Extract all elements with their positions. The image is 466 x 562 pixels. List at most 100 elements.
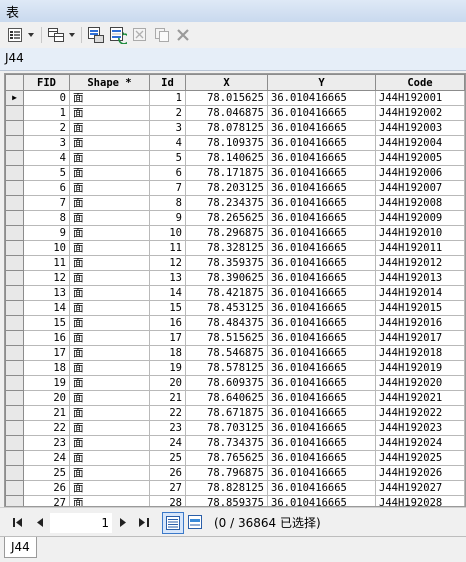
shape-cell[interactable]: 面 (69, 345, 150, 361)
x-cell[interactable]: 78.515625 (185, 330, 268, 346)
table-row[interactable]: 9 面 10 78.296875 36.010416665 J44H192010 (5, 225, 465, 241)
y-cell[interactable]: 36.010416665 (267, 255, 376, 271)
row-selector[interactable] (5, 195, 24, 211)
dropdown-arrow-icon[interactable] (26, 25, 36, 45)
y-cell[interactable]: 36.010416665 (267, 225, 376, 241)
fid-cell[interactable]: 0 (23, 90, 70, 106)
next-record-button[interactable] (115, 514, 131, 530)
id-cell[interactable]: 7 (149, 180, 186, 196)
y-cell[interactable]: 36.010416665 (267, 420, 376, 436)
table-row[interactable]: 21 面 22 78.671875 36.010416665 J44H192022 (5, 405, 465, 421)
y-cell[interactable]: 36.010416665 (267, 105, 376, 121)
x-cell[interactable]: 78.734375 (185, 435, 268, 451)
id-cell[interactable]: 13 (149, 270, 186, 286)
table-row[interactable]: 20 面 21 78.640625 36.010416665 J44H192021 (5, 390, 465, 406)
id-cell[interactable]: 8 (149, 195, 186, 211)
row-selector[interactable] (5, 435, 24, 451)
code-cell[interactable]: J44H192020 (375, 375, 465, 391)
show-all-records-button[interactable] (162, 512, 184, 534)
shape-cell[interactable]: 面 (69, 270, 150, 286)
row-selector[interactable] (5, 330, 24, 346)
y-cell[interactable]: 36.010416665 (267, 135, 376, 151)
code-cell[interactable]: J44H192012 (375, 255, 465, 271)
id-cell[interactable]: 24 (149, 435, 186, 451)
table-row[interactable]: 15 面 16 78.484375 36.010416665 J44H192016 (5, 315, 465, 331)
id-cell[interactable]: 17 (149, 330, 186, 346)
id-cell[interactable]: 20 (149, 375, 186, 391)
switch-selection-icon[interactable] (108, 25, 128, 45)
row-selector[interactable] (5, 405, 24, 421)
shape-cell[interactable]: 面 (69, 330, 150, 346)
table-row[interactable]: 27 面 28 78.859375 36.010416665 J44H192028 (5, 495, 465, 506)
shape-cell[interactable]: 面 (69, 165, 150, 181)
id-cell[interactable]: 4 (149, 135, 186, 151)
y-cell[interactable]: 36.010416665 (267, 495, 376, 506)
x-cell[interactable]: 78.609375 (185, 375, 268, 391)
id-cell[interactable]: 5 (149, 150, 186, 166)
previous-record-button[interactable] (32, 514, 48, 530)
fid-cell[interactable]: 10 (23, 240, 70, 256)
x-cell[interactable]: 78.234375 (185, 195, 268, 211)
fid-cell[interactable]: 13 (23, 285, 70, 301)
row-selector[interactable] (5, 210, 24, 226)
y-cell[interactable]: 36.010416665 (267, 240, 376, 256)
y-cell[interactable]: 36.010416665 (267, 195, 376, 211)
y-cell[interactable]: 36.010416665 (267, 390, 376, 406)
y-cell[interactable]: 36.010416665 (267, 210, 376, 226)
id-cell[interactable]: 27 (149, 480, 186, 496)
code-cell[interactable]: J44H192014 (375, 285, 465, 301)
row-selector[interactable] (5, 180, 24, 196)
fid-cell[interactable]: 21 (23, 405, 70, 421)
y-cell[interactable]: 36.010416665 (267, 300, 376, 316)
table-row[interactable]: 10 面 11 78.328125 36.010416665 J44H192011 (5, 240, 465, 256)
row-selector[interactable] (5, 375, 24, 391)
fid-cell[interactable]: 8 (23, 210, 70, 226)
table-row[interactable]: 23 面 24 78.734375 36.010416665 J44H192024 (5, 435, 465, 451)
id-cell[interactable]: 1 (149, 90, 186, 106)
x-cell[interactable]: 78.578125 (185, 360, 268, 376)
fid-cell[interactable]: 11 (23, 255, 70, 271)
code-cell[interactable]: J44H192013 (375, 270, 465, 286)
shape-cell[interactable]: 面 (69, 120, 150, 136)
x-cell[interactable]: 78.328125 (185, 240, 268, 256)
row-selector[interactable] (5, 450, 24, 466)
code-cell[interactable]: J44H192026 (375, 465, 465, 481)
shape-column-header[interactable]: Shape * (69, 74, 150, 91)
y-cell[interactable]: 36.010416665 (267, 165, 376, 181)
fid-cell[interactable]: 3 (23, 135, 70, 151)
fid-cell[interactable]: 12 (23, 270, 70, 286)
y-cell[interactable]: 36.010416665 (267, 465, 376, 481)
id-cell[interactable]: 28 (149, 495, 186, 506)
shape-cell[interactable]: 面 (69, 135, 150, 151)
table-row[interactable]: 24 面 25 78.765625 36.010416665 J44H192025 (5, 450, 465, 466)
shape-cell[interactable]: 面 (69, 390, 150, 406)
x-cell[interactable]: 78.265625 (185, 210, 268, 226)
shape-cell[interactable]: 面 (69, 405, 150, 421)
row-selector[interactable] (5, 225, 24, 241)
fid-cell[interactable]: 20 (23, 390, 70, 406)
y-cell[interactable]: 36.010416665 (267, 435, 376, 451)
record-number-input[interactable]: 1 (50, 513, 112, 533)
x-cell[interactable]: 78.296875 (185, 225, 268, 241)
y-cell[interactable]: 36.010416665 (267, 285, 376, 301)
shape-cell[interactable]: 面 (69, 240, 150, 256)
code-column-header[interactable]: Code (375, 74, 465, 91)
y-cell[interactable]: 36.010416665 (267, 345, 376, 361)
fid-cell[interactable]: 2 (23, 120, 70, 136)
id-cell[interactable]: 15 (149, 300, 186, 316)
row-selector[interactable] (5, 420, 24, 436)
table-row[interactable]: 25 面 26 78.796875 36.010416665 J44H192026 (5, 465, 465, 481)
y-cell[interactable]: 36.010416665 (267, 405, 376, 421)
row-selector[interactable] (5, 465, 24, 481)
code-cell[interactable]: J44H192009 (375, 210, 465, 226)
x-cell[interactable]: 78.078125 (185, 120, 268, 136)
fid-cell[interactable]: 5 (23, 165, 70, 181)
id-cell[interactable]: 21 (149, 390, 186, 406)
row-selector[interactable] (5, 270, 24, 286)
row-selector[interactable] (5, 150, 24, 166)
shape-cell[interactable]: 面 (69, 495, 150, 506)
row-selector-header[interactable] (5, 74, 24, 91)
code-cell[interactable]: J44H192010 (375, 225, 465, 241)
row-selector[interactable] (5, 390, 24, 406)
table-row[interactable]: 11 面 12 78.359375 36.010416665 J44H192012 (5, 255, 465, 271)
